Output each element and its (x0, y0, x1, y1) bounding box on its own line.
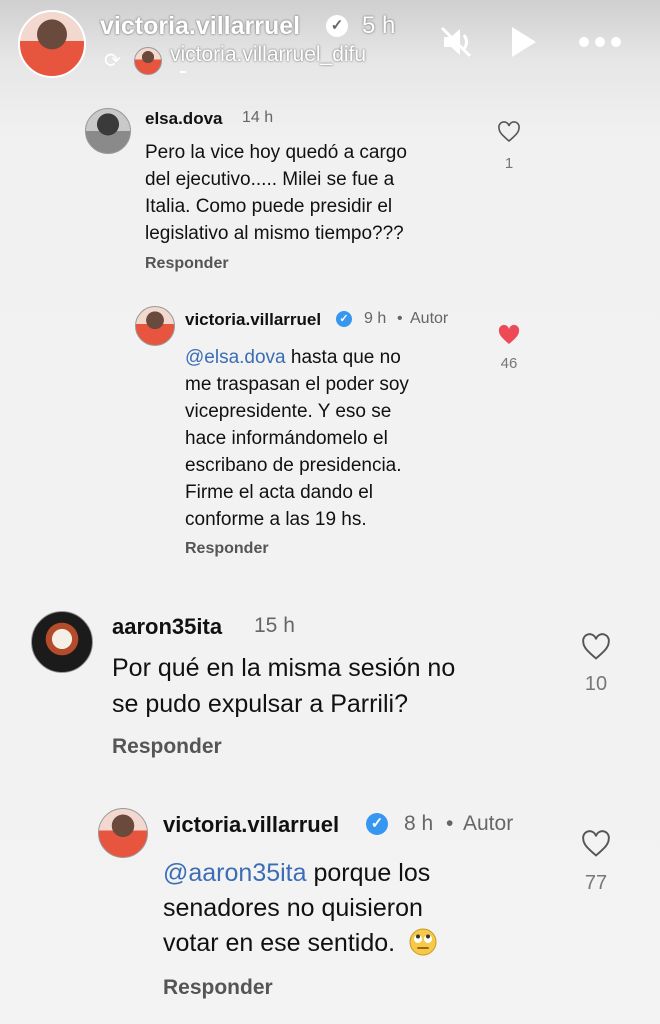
author-dot: • (397, 310, 403, 327)
verified-icon: ✓ (366, 813, 388, 835)
story-avatar[interactable] (18, 10, 86, 78)
repost-icon: ⟳ (104, 50, 121, 72)
eye-roll-emoji-icon (409, 928, 437, 956)
comment-avatar[interactable] (98, 808, 148, 858)
reply-button[interactable]: Responder (145, 255, 229, 273)
story-username[interactable]: victoria.villarruel (100, 12, 300, 41)
comment-text: @elsa.dova hasta que no me traspasan el … (185, 347, 409, 530)
heart-icon[interactable] (580, 633, 612, 661)
verified-icon: ✓ (326, 15, 348, 37)
reply-button[interactable]: Responder (112, 735, 222, 759)
comment-time: 15 h (254, 614, 295, 637)
repost-underline (180, 71, 186, 73)
like-count: 46 (500, 355, 518, 372)
heart-icon[interactable] (580, 830, 612, 858)
more-icon[interactable] (576, 32, 624, 52)
like-count: 1 (504, 155, 514, 172)
mention-link[interactable]: @elsa.dova (185, 347, 286, 368)
comment-text: @aaron35ita porque los senadores no quis… (163, 856, 438, 961)
comment-username[interactable]: elsa.dova (145, 109, 223, 129)
story-header: victoria.villarruel ✓ 5 h ⟳ victoria.vil… (0, 0, 660, 80)
comment-avatar[interactable] (85, 108, 131, 154)
story-time: 5 h (362, 12, 396, 39)
comment-avatar[interactable] (31, 611, 93, 673)
comment-text: Pero la vice hoy quedó a cargo del ejecu… (145, 142, 407, 244)
comment-time: 8 h (404, 812, 434, 835)
author-tag: Autor (463, 812, 514, 835)
author-tag: Autor (410, 310, 449, 327)
play-icon[interactable] (506, 24, 540, 60)
repost-avatar[interactable] (134, 47, 162, 75)
repost-username[interactable]: victoria.villarruel_difu (170, 43, 366, 67)
comment-text: Por qué en la misma sesión no se pudo ex… (112, 654, 456, 718)
heart-icon[interactable] (497, 121, 521, 143)
like-count: 77 (584, 872, 608, 894)
comment-username[interactable]: victoria.villarruel (163, 812, 339, 838)
comment-avatar[interactable] (135, 306, 175, 346)
volume-off-icon[interactable] (436, 22, 476, 62)
like-count: 10 (584, 673, 608, 695)
comment-username[interactable]: victoria.villarruel (185, 310, 321, 330)
author-dot: • (446, 812, 454, 835)
reply-button[interactable]: Responder (185, 540, 269, 558)
comment-username[interactable]: aaron35ita (112, 614, 222, 640)
verified-icon: ✓ (336, 311, 352, 327)
comment-time: 14 h (242, 109, 274, 126)
comment-time: 9 h (364, 310, 387, 327)
mention-link[interactable]: @aaron35ita (163, 859, 307, 887)
heart-filled-icon[interactable] (497, 324, 521, 346)
reply-button[interactable]: Responder (163, 976, 273, 1000)
